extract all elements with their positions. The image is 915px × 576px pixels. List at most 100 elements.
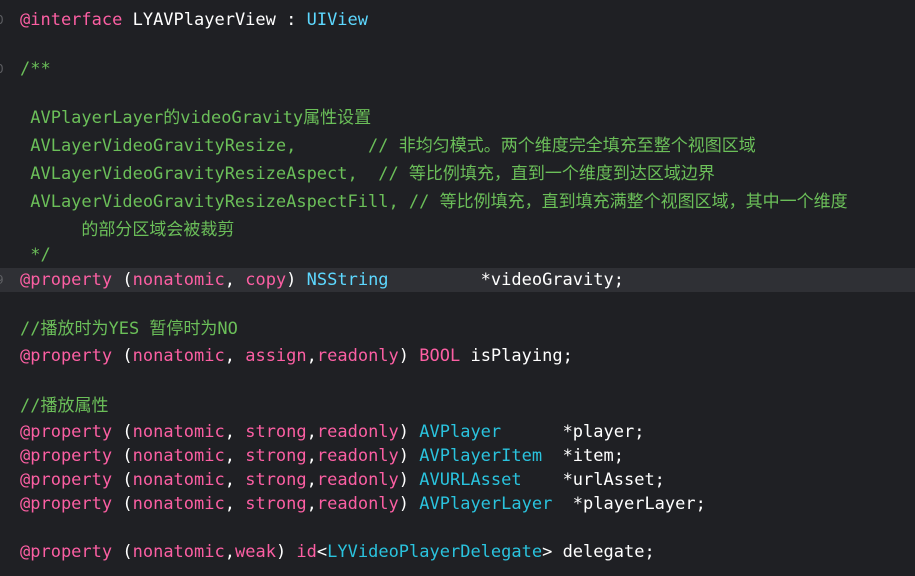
code-text: @property (nonatomic,weak) id<LYVideoPla…	[20, 540, 655, 564]
code-text: @property (nonatomic, strong,readonly) A…	[20, 420, 644, 444]
code-token: AVPlayerLayer的videoGravity属性设置	[20, 108, 372, 128]
code-token: nonatomic	[132, 542, 225, 562]
code-token: *playerLayer;	[552, 494, 706, 514]
code-line[interactable]	[0, 81, 915, 105]
code-token: ,	[224, 270, 246, 290]
code-line[interactable]: 0 @interface LYAVPlayerView : UIView	[0, 8, 915, 32]
code-text: @property (nonatomic, strong,readonly) A…	[20, 444, 624, 468]
line-number	[0, 190, 6, 214]
code-token: (	[112, 346, 133, 366]
code-token: (	[112, 542, 133, 562]
line-number	[0, 420, 6, 444]
code-text: //播放时为YES 暂停时为NO	[20, 317, 238, 341]
code-token: readonly	[316, 346, 399, 366]
code-token: readonly	[316, 494, 399, 514]
code-token: ,	[224, 542, 235, 562]
code-line[interactable]	[0, 516, 915, 540]
line-number: 0	[0, 8, 6, 32]
code-token: //播放时为YES 暂停时为NO	[20, 319, 238, 339]
code-line[interactable]: //播放属性	[0, 394, 915, 418]
line-number: 0	[0, 57, 6, 81]
code-line[interactable]	[0, 292, 915, 316]
code-token: AVPlayerItem	[419, 446, 543, 466]
code-token: @property	[20, 446, 113, 466]
code-line[interactable]: AVPlayerLayer的videoGravity属性设置	[0, 106, 915, 130]
line-number	[0, 492, 6, 516]
code-line[interactable]: 0 /**	[0, 57, 915, 81]
code-text: @property (nonatomic, strong,readonly) A…	[20, 492, 706, 516]
code-token: *item;	[542, 446, 624, 466]
code-line[interactable]: AVLayerVideoGravityResizeAspectFill, // …	[0, 190, 915, 214]
code-text: AVPlayerLayer的videoGravity属性设置	[20, 106, 371, 130]
code-token: nonatomic	[132, 446, 225, 466]
code-text: @property (nonatomic, strong,readonly) A…	[20, 468, 665, 492]
code-token: weak	[234, 542, 276, 562]
code-token: ,	[224, 470, 246, 490]
line-number	[0, 218, 6, 242]
code-token: )	[275, 542, 297, 562]
line-number	[0, 317, 6, 341]
code-line[interactable]: AVLayerVideoGravityResize, // 非均匀模式。两个维度…	[0, 134, 915, 158]
code-token: @property	[20, 270, 113, 290]
code-token: strong	[245, 446, 307, 466]
code-line[interactable]: @property (nonatomic, strong,readonly) A…	[0, 468, 915, 492]
code-token: BOOL	[419, 346, 461, 366]
code-line[interactable]: @property (nonatomic,weak) id<LYVideoPla…	[0, 540, 915, 564]
code-line[interactable]: @property (nonatomic, strong,readonly) A…	[0, 444, 915, 468]
code-token: <	[316, 542, 328, 562]
code-text: /**	[20, 57, 51, 81]
code-token: id	[296, 542, 317, 562]
code-token: ,	[306, 446, 317, 466]
code-editor[interactable]: 0@interface LYAVPlayerView : UIView0/** …	[0, 0, 915, 576]
code-token: ,	[306, 494, 317, 514]
code-text: AVLayerVideoGravityResizeAspectFill, // …	[20, 190, 847, 214]
code-token: ,	[224, 494, 246, 514]
code-line[interactable]: 的部分区域会被裁剪	[0, 218, 915, 242]
code-text: AVLayerVideoGravityResize, // 非均匀模式。两个维度…	[20, 134, 756, 158]
code-token: @property	[20, 422, 113, 442]
code-token: //播放属性	[20, 396, 109, 416]
code-token: *urlAsset;	[521, 470, 665, 490]
code-token: strong	[245, 470, 307, 490]
code-token: nonatomic	[132, 270, 225, 290]
code-text: */	[20, 243, 51, 267]
code-token: LYVideoPlayerDelegate	[327, 542, 543, 562]
code-line[interactable]: //播放时为YES 暂停时为NO	[0, 317, 915, 341]
code-token: AVPlayer	[419, 422, 502, 442]
code-text: @interface LYAVPlayerView : UIView	[20, 8, 368, 32]
code-line[interactable]: 9 @property (nonatomic, copy) NSString *v…	[0, 268, 915, 292]
line-number	[0, 540, 6, 564]
code-token: nonatomic	[132, 422, 225, 442]
code-token: (	[112, 422, 133, 442]
code-token: UIView	[306, 10, 369, 30]
code-token: readonly	[316, 446, 399, 466]
line-number	[0, 394, 6, 418]
code-text: 的部分区域会被裁剪	[20, 218, 234, 242]
line-number	[0, 81, 6, 105]
code-line[interactable]: */	[0, 243, 915, 267]
line-number	[0, 243, 6, 267]
code-token: *player;	[501, 422, 645, 442]
code-token: */	[20, 245, 51, 265]
code-token: ,	[224, 446, 246, 466]
code-token: ,	[306, 346, 317, 366]
code-token: )	[398, 422, 420, 442]
code-line[interactable]: @property (nonatomic, strong,readonly) A…	[0, 420, 915, 444]
code-line[interactable]	[0, 369, 915, 393]
code-token: AVPlayerLayer	[419, 494, 553, 514]
code-token: (	[112, 446, 133, 466]
line-number	[0, 134, 6, 158]
code-line[interactable]: AVLayerVideoGravityResizeAspect, // 等比例填…	[0, 162, 915, 186]
code-line[interactable]: @property (nonatomic, strong,readonly) A…	[0, 492, 915, 516]
code-token: nonatomic	[132, 470, 225, 490]
code-line[interactable]: @property (nonatomic, assign,readonly) B…	[0, 344, 915, 368]
code-token: assign	[245, 346, 307, 366]
code-token: AVLayerVideoGravityResizeAspect, // 等比例填…	[20, 164, 715, 184]
code-token: @property	[20, 346, 113, 366]
code-token: copy	[245, 270, 287, 290]
code-token: (	[112, 470, 133, 490]
code-token: @interface	[20, 10, 123, 30]
code-token: AVLayerVideoGravityResize, // 非均匀模式。两个维度…	[20, 136, 756, 156]
code-token: )	[398, 470, 420, 490]
code-token: strong	[245, 422, 307, 442]
